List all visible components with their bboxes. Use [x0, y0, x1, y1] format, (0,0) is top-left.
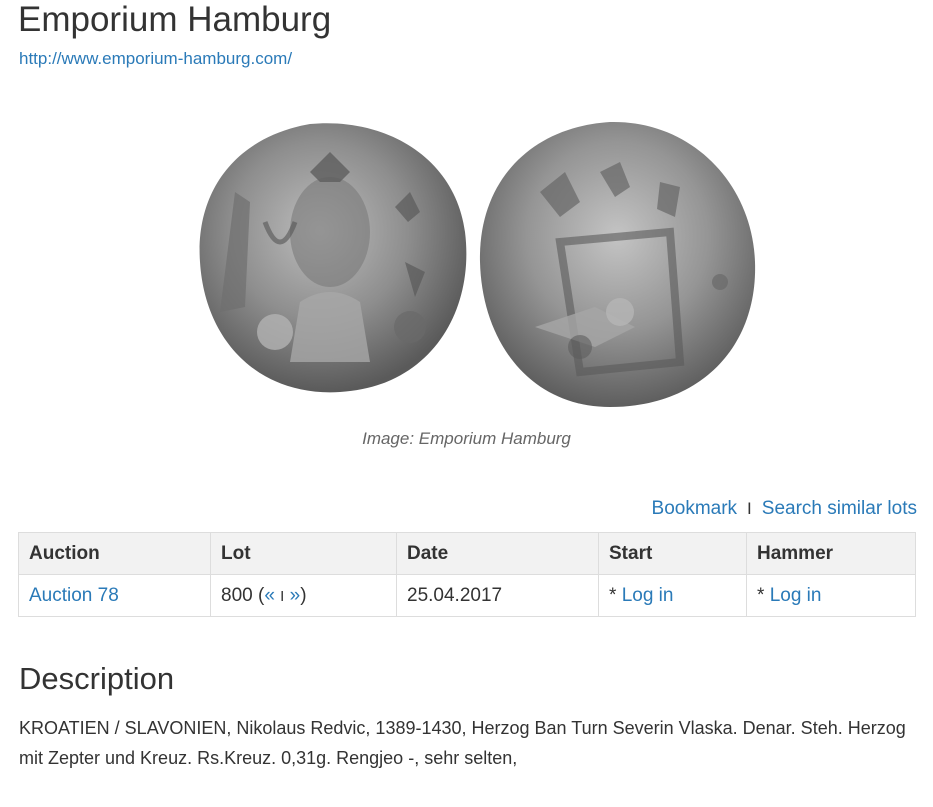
auction-table: Auction Lot Date Start Hammer Auction 78… [18, 532, 916, 617]
lot-paren-close: ) [300, 584, 307, 606]
date-cell: 25.04.2017 [396, 574, 599, 617]
column-header-auction: Auction [18, 532, 211, 575]
column-header-hammer: Hammer [746, 532, 916, 575]
table-header-row: Auction Lot Date Start Hammer [18, 532, 916, 575]
image-caption: Image: Emporium Hamburg [362, 429, 571, 448]
coin-obverse [199, 123, 467, 393]
bookmark-link[interactable]: Bookmark [652, 497, 738, 521]
website-link[interactable]: http://www.emporium-hamburg.com/ [19, 48, 292, 70]
lot-cell: 800 (« I ») [210, 574, 397, 617]
description-heading: Description [19, 661, 175, 696]
start-cell: * Log in [598, 574, 747, 617]
actions-separator: I [747, 499, 752, 518]
search-similar-link[interactable]: Search similar lots [762, 497, 917, 521]
column-header-lot: Lot [210, 532, 397, 575]
column-header-date: Date [396, 532, 599, 575]
lot-number: 800 [221, 584, 253, 606]
auction-cell: Auction 78 [18, 574, 211, 617]
hammer-login-link[interactable]: Log in [770, 585, 822, 606]
hammer-asterisk: * [757, 584, 765, 606]
lot-nav-separator: I [280, 587, 285, 605]
auction-link[interactable]: Auction 78 [29, 585, 119, 606]
table-row: Auction 78 800 (« I ») 25.04.2017 * Log … [18, 574, 916, 617]
start-asterisk: * [609, 584, 617, 606]
next-lot-link[interactable]: » [290, 585, 301, 606]
coin-image [180, 112, 760, 412]
hammer-cell: * Log in [746, 574, 916, 617]
coin-reverse [479, 121, 756, 408]
column-header-start: Start [598, 532, 747, 575]
start-login-link[interactable]: Log in [622, 585, 674, 606]
description-text: KROATIEN / SLAVONIEN, Nikolaus Redvic, 1… [19, 718, 906, 768]
page-title: Emporium Hamburg [18, 0, 332, 39]
lot-actions: Bookmark I Search similar lots [652, 497, 917, 521]
previous-lot-link[interactable]: « [264, 585, 275, 606]
